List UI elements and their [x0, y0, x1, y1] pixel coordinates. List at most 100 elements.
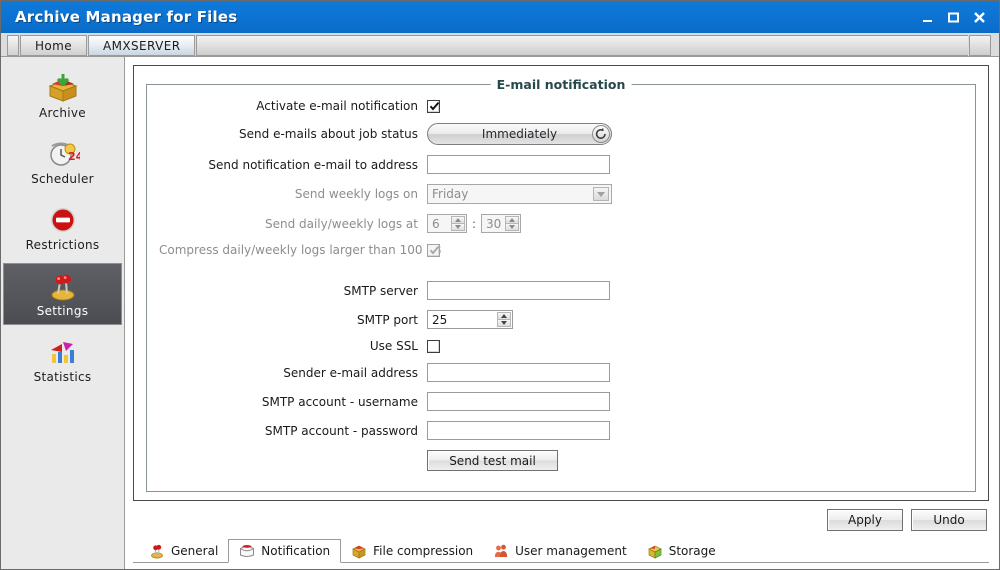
- row-weekly-day: Send weekly logs on Friday: [159, 184, 959, 204]
- content-pane: E-mail notification Activate e-mail noti…: [125, 57, 999, 569]
- storage-box-icon: [647, 543, 663, 559]
- label-compress-logs: Compress daily/weekly logs larger than 1…: [159, 243, 442, 257]
- logs-hour-spinner[interactable]: 6: [427, 214, 467, 233]
- weekly-day-value: Friday: [432, 187, 469, 201]
- notify-address-input[interactable]: [427, 155, 610, 174]
- sidebar-item-archive[interactable]: Archive: [3, 65, 122, 127]
- server-tab-home[interactable]: Home: [20, 35, 88, 56]
- undo-button[interactable]: Undo: [911, 509, 987, 531]
- tab-file-compression[interactable]: File compression: [341, 539, 483, 562]
- job-status-select-button[interactable]: Immediately: [427, 123, 612, 145]
- smtp-port-spin-buttons[interactable]: [497, 312, 511, 327]
- envelope-icon: [239, 543, 255, 559]
- sidebar-item-settings-label: Settings: [36, 304, 89, 318]
- cycle-icon[interactable]: [592, 125, 610, 143]
- sidebar-item-restrictions-label: Restrictions: [25, 238, 100, 252]
- check-icon: [429, 101, 440, 112]
- settings-panel: E-mail notification Activate e-mail noti…: [133, 65, 989, 501]
- sidebar-item-scheduler-label: Scheduler: [31, 172, 94, 186]
- close-icon[interactable]: [972, 10, 987, 25]
- application-window: Archive Manager for Files Home AMXSERVER: [0, 0, 1000, 570]
- tabstrip-left-edge: [7, 35, 19, 56]
- tab-notification-label: Notification: [261, 544, 331, 558]
- row-job-status: Send e-mails about job status Immediatel…: [159, 123, 959, 145]
- sidebar-item-statistics-label: Statistics: [33, 370, 92, 384]
- tabstrip-end-button[interactable]: [969, 35, 991, 56]
- sidebar-item-scheduler[interactable]: 24 Scheduler: [3, 131, 122, 193]
- activate-notification-checkbox[interactable]: [427, 99, 440, 113]
- send-test-mail-label: Send test mail: [449, 453, 536, 468]
- bottom-tab-bar: General Notification File compression Us…: [133, 533, 989, 563]
- row-smtp-port: SMTP port 25: [159, 310, 959, 329]
- sidebar-item-statistics[interactable]: Statistics: [3, 329, 122, 391]
- spinner-down-icon[interactable]: [451, 223, 465, 231]
- archive-box-icon: [46, 72, 80, 104]
- spinner-down-icon[interactable]: [497, 319, 511, 327]
- groupbox-title: E-mail notification: [490, 77, 632, 92]
- smtp-port-value: 25: [432, 312, 448, 327]
- job-status-value: Immediately: [481, 127, 558, 141]
- window-controls: [920, 10, 993, 25]
- label-job-status: Send e-mails about job status: [239, 127, 418, 141]
- time-separator: :: [472, 216, 477, 231]
- smtp-server-input[interactable]: [427, 281, 610, 300]
- spinner-up-icon[interactable]: [451, 216, 465, 224]
- logs-minute-spin-buttons[interactable]: [505, 216, 520, 231]
- server-tab-home-label: Home: [35, 38, 73, 53]
- charts-icon: [46, 336, 80, 368]
- label-smtp-port: SMTP port: [357, 312, 418, 327]
- sidebar-item-settings[interactable]: Settings: [3, 263, 122, 325]
- email-notification-groupbox: E-mail notification Activate e-mail noti…: [146, 77, 976, 492]
- spinner-down-icon[interactable]: [505, 223, 520, 231]
- label-smtp-password: SMTP account - password: [264, 423, 418, 438]
- row-notify-address: Send notification e-mail to address: [159, 155, 959, 174]
- logs-hour-spin-buttons[interactable]: [451, 216, 465, 231]
- label-smtp-username: SMTP account - username: [261, 394, 418, 409]
- maximize-icon[interactable]: [946, 10, 961, 25]
- server-tab-strip: Home AMXSERVER: [1, 33, 999, 57]
- action-buttons: Apply Undo: [133, 501, 989, 533]
- sidebar-item-archive-label: Archive: [38, 106, 86, 120]
- spinner-up-icon[interactable]: [497, 312, 511, 320]
- minimize-icon[interactable]: [920, 10, 935, 25]
- weekly-day-combo[interactable]: Friday: [427, 184, 612, 204]
- row-smtp-password: SMTP account - password: [159, 421, 959, 440]
- tab-general[interactable]: General: [139, 539, 228, 562]
- window-title: Archive Manager for Files: [15, 8, 238, 26]
- pushpins-icon: [149, 543, 165, 559]
- tab-general-label: General: [171, 543, 219, 558]
- logs-minute-spinner[interactable]: 30: [481, 214, 522, 233]
- body: Archive 24 Scheduler Restrictions Settin…: [1, 57, 999, 569]
- send-test-mail-button[interactable]: Send test mail: [427, 450, 558, 471]
- smtp-port-spinner[interactable]: 25: [427, 310, 513, 329]
- compress-logs-checkbox[interactable]: [427, 243, 440, 257]
- smtp-username-input[interactable]: [427, 392, 610, 411]
- tab-storage-label: Storage: [668, 543, 716, 558]
- svg-text:24: 24: [68, 150, 80, 163]
- label-notify-address: Send notification e-mail to address: [208, 157, 418, 172]
- bottom-tab-filler: [726, 561, 989, 562]
- tab-user-management-label: User management: [515, 543, 627, 558]
- logs-hour-value: 6: [432, 216, 440, 231]
- tab-storage[interactable]: Storage: [637, 539, 726, 562]
- title-bar: Archive Manager for Files: [1, 1, 999, 33]
- row-use-ssl: Use SSL: [159, 339, 959, 353]
- row-smtp-server: SMTP server: [159, 281, 959, 300]
- tabstrip-filler: [196, 35, 968, 56]
- people-icon: [493, 543, 509, 559]
- use-ssl-checkbox[interactable]: [427, 339, 440, 353]
- apply-button[interactable]: Apply: [827, 509, 903, 531]
- row-smtp-username: SMTP account - username: [159, 392, 959, 411]
- smtp-password-input[interactable]: [427, 421, 610, 440]
- row-sender-address: Sender e-mail address: [159, 363, 959, 382]
- spinner-up-icon[interactable]: [505, 216, 520, 224]
- chevron-down-icon[interactable]: [593, 187, 609, 201]
- label-use-ssl: Use SSL: [369, 339, 418, 353]
- tab-user-management[interactable]: User management: [483, 539, 637, 562]
- sidebar-item-restrictions[interactable]: Restrictions: [3, 197, 122, 259]
- sender-address-input[interactable]: [427, 363, 610, 382]
- tab-file-compression-label: File compression: [373, 543, 474, 558]
- undo-label: Undo: [933, 513, 965, 527]
- server-tab-amxserver[interactable]: AMXSERVER: [88, 35, 196, 56]
- tab-notification[interactable]: Notification: [228, 539, 342, 563]
